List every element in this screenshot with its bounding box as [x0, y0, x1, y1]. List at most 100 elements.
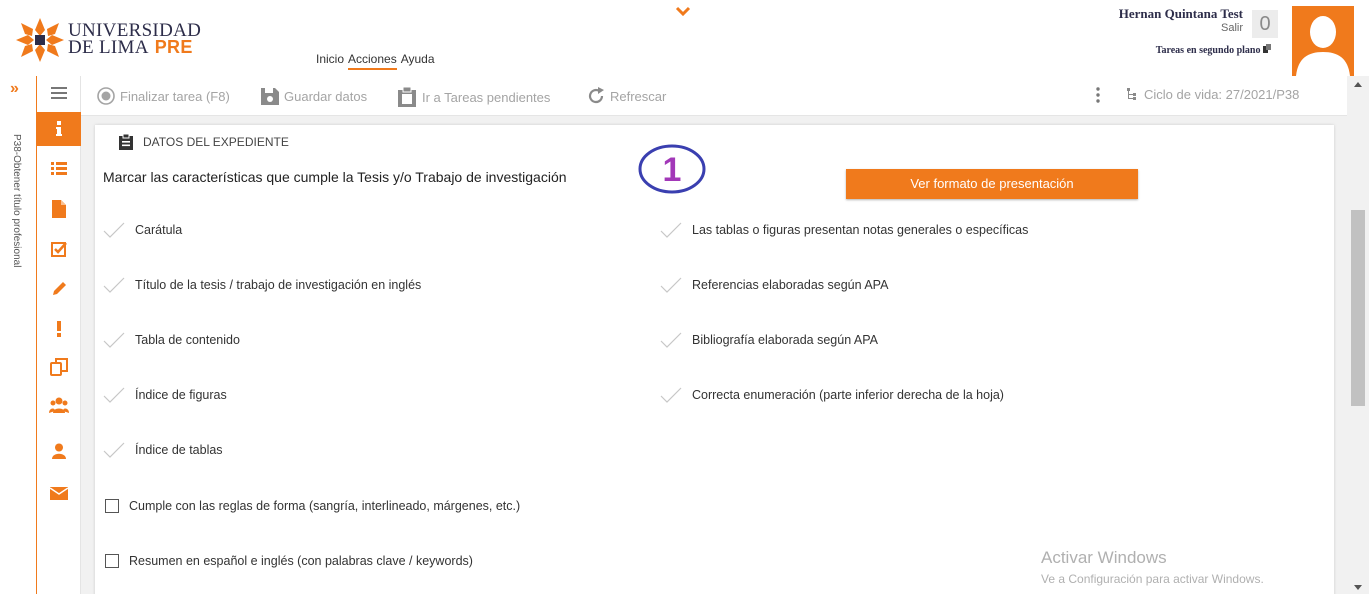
nav-ayuda[interactable]: Ayuda — [401, 52, 435, 70]
check-mark-icon — [660, 277, 682, 293]
step-number: 1 — [663, 151, 682, 189]
check-mark-icon — [103, 332, 125, 348]
step-number-annotation: 1 — [638, 144, 706, 194]
check-item-titulo-ingles[interactable]: Título de la tesis / trabajo de investig… — [103, 277, 421, 293]
sidebar-item-group[interactable] — [37, 388, 81, 422]
watermark-title: Activar Windows — [1041, 548, 1167, 567]
left-rail: » P38-Obtener título profesional — [0, 76, 37, 594]
check-label: Carátula — [135, 223, 183, 237]
sidebar-item-mail[interactable] — [37, 476, 81, 510]
check-mark-icon — [660, 222, 682, 238]
sidebar-item-user[interactable] — [37, 434, 81, 468]
check-label: Bibliografía elaborada según APA — [692, 333, 879, 347]
list-icon — [51, 162, 67, 175]
check-item-indice-tablas[interactable]: Índice de tablas — [103, 442, 223, 458]
info-icon — [56, 121, 62, 136]
sidebar-item-edit[interactable] — [37, 272, 81, 306]
checkbox-label: Resumen en español e inglés (con palabra… — [129, 554, 473, 568]
exclamation-icon — [57, 321, 61, 337]
brand-name: UNIVERSIDAD DE LIMA PRE — [68, 21, 201, 58]
check-mark-icon — [103, 222, 125, 238]
clipboard-icon — [398, 87, 416, 107]
scroll-down-arrow-icon[interactable] — [1354, 585, 1362, 590]
kebab-menu-icon — [1096, 87, 1100, 103]
checkbox[interactable] — [105, 554, 119, 568]
document-icon — [52, 200, 66, 218]
collapse-header-chevron-icon[interactable] — [675, 6, 691, 16]
scrollbar-thumb[interactable] — [1351, 210, 1365, 406]
check-mark-icon — [103, 387, 125, 403]
refresh-button[interactable]: Refrescar — [587, 87, 666, 105]
check-item-notas-tablas[interactable]: Las tablas o figuras presentan notas gen… — [660, 222, 1028, 238]
vertical-scrollbar[interactable] — [1347, 76, 1369, 594]
save-data-button[interactable]: Guardar datos — [261, 87, 367, 105]
more-options-button[interactable] — [1095, 87, 1101, 103]
check-mark-icon — [660, 332, 682, 348]
expand-rail-icon[interactable]: » — [10, 80, 19, 98]
check-item-indice-figuras[interactable]: Índice de figuras — [103, 387, 227, 403]
sidebar-item-list[interactable] — [37, 152, 81, 186]
finalize-task-label: Finalizar tarea (F8) — [120, 88, 230, 104]
refresh-icon — [588, 87, 604, 104]
check-item-enumeracion[interactable]: Correcta enumeración (parte inferior der… — [660, 387, 1004, 403]
checklist-question: Marcar las características que cumple la… — [103, 169, 567, 185]
user-info: Hernan Quintana Test Salir — [1119, 6, 1243, 34]
hamburger-icon — [51, 87, 67, 99]
background-tasks-label: Tareas en segundo plano — [1155, 45, 1261, 56]
nav-acciones[interactable]: Acciones — [348, 52, 397, 70]
check-label: Tabla de contenido — [135, 333, 240, 347]
logout-link[interactable]: Salir — [1119, 22, 1243, 34]
nav-inicio[interactable]: Inicio — [316, 52, 344, 70]
section-header: DATOS DEL EXPEDIENTE — [119, 134, 289, 150]
pending-tasks-label: Ir a Tareas pendientes — [422, 89, 551, 105]
users-group-icon — [49, 397, 69, 413]
background-tasks-link[interactable]: Tareas en segundo plano — [1156, 44, 1271, 56]
sidebar-item-document[interactable] — [37, 192, 81, 226]
pencil-icon — [53, 282, 66, 295]
lifecycle-info[interactable]: Ciclo de vida: 27/2021/P38 — [1127, 87, 1299, 102]
sidebar-item-info[interactable] — [37, 112, 81, 146]
checkbox-reglas-forma[interactable]: Cumple con las reglas de forma (sangría,… — [105, 499, 520, 513]
university-logo-icon[interactable] — [14, 16, 66, 64]
check-item-caratula[interactable]: Carátula — [103, 222, 182, 238]
floppy-disk-icon — [261, 88, 279, 105]
copy-icon — [50, 358, 68, 376]
menu-toggle[interactable] — [37, 76, 81, 110]
check-item-tabla-contenido[interactable]: Tabla de contenido — [103, 332, 240, 348]
checkbox-resumen[interactable]: Resumen en español e inglés (con palabra… — [105, 554, 473, 568]
radio-record-icon — [97, 87, 115, 105]
check-item-bibliografia-apa[interactable]: Bibliografía elaborada según APA — [660, 332, 878, 348]
task-count-badge[interactable]: 0 — [1252, 10, 1278, 38]
sidebar-item-alert[interactable] — [37, 312, 81, 346]
refresh-label: Refrescar — [610, 88, 667, 104]
finalize-task-button[interactable]: Finalizar tarea (F8) — [97, 87, 230, 105]
process-label: P38-Obtener título profesional — [11, 134, 22, 268]
user-silhouette-icon — [1296, 16, 1350, 76]
check-label: Índice de figuras — [135, 388, 227, 402]
sidebar-item-checklist[interactable] — [37, 232, 81, 266]
check-mark-icon — [103, 277, 125, 293]
top-nav: Inicio Acciones Ayuda — [316, 52, 435, 70]
check-label: Referencias elaboradas según APA — [692, 278, 889, 292]
checkbox-label: Cumple con las reglas de forma (sangría,… — [129, 499, 521, 513]
watermark-subtitle: Ve a Configuración para activar Windows. — [1041, 572, 1264, 586]
checkbox[interactable] — [105, 499, 119, 513]
check-label: Título de la tesis / trabajo de investig… — [135, 278, 422, 292]
view-format-button[interactable]: Ver formato de presentación — [846, 169, 1138, 199]
check-item-referencias-apa[interactable]: Referencias elaboradas según APA — [660, 277, 888, 293]
user-icon — [52, 443, 66, 459]
check-label: Índice de tablas — [135, 443, 223, 457]
check-label: Las tablas o figuras presentan notas gen… — [692, 223, 1029, 237]
windows-activation-watermark: Activar Windows Ve a Configuración para … — [1041, 548, 1264, 586]
clipboard-list-icon — [119, 134, 133, 150]
lifecycle-label: Ciclo de vida: 27/2021/P38 — [1144, 87, 1300, 102]
brand-line2: DE LIMA — [68, 37, 149, 58]
user-avatar[interactable] — [1292, 6, 1354, 76]
scroll-up-arrow-icon[interactable] — [1354, 82, 1362, 87]
checkbox-check-icon — [51, 242, 67, 257]
user-name: Hernan Quintana Test — [1118, 6, 1243, 21]
sidebar-item-copy[interactable] — [37, 350, 81, 384]
envelope-icon — [50, 486, 68, 500]
pending-tasks-button[interactable]: Ir a Tareas pendientes — [397, 87, 550, 107]
action-toolbar: Finalizar tarea (F8) Guardar datos Ir a … — [81, 76, 1347, 116]
